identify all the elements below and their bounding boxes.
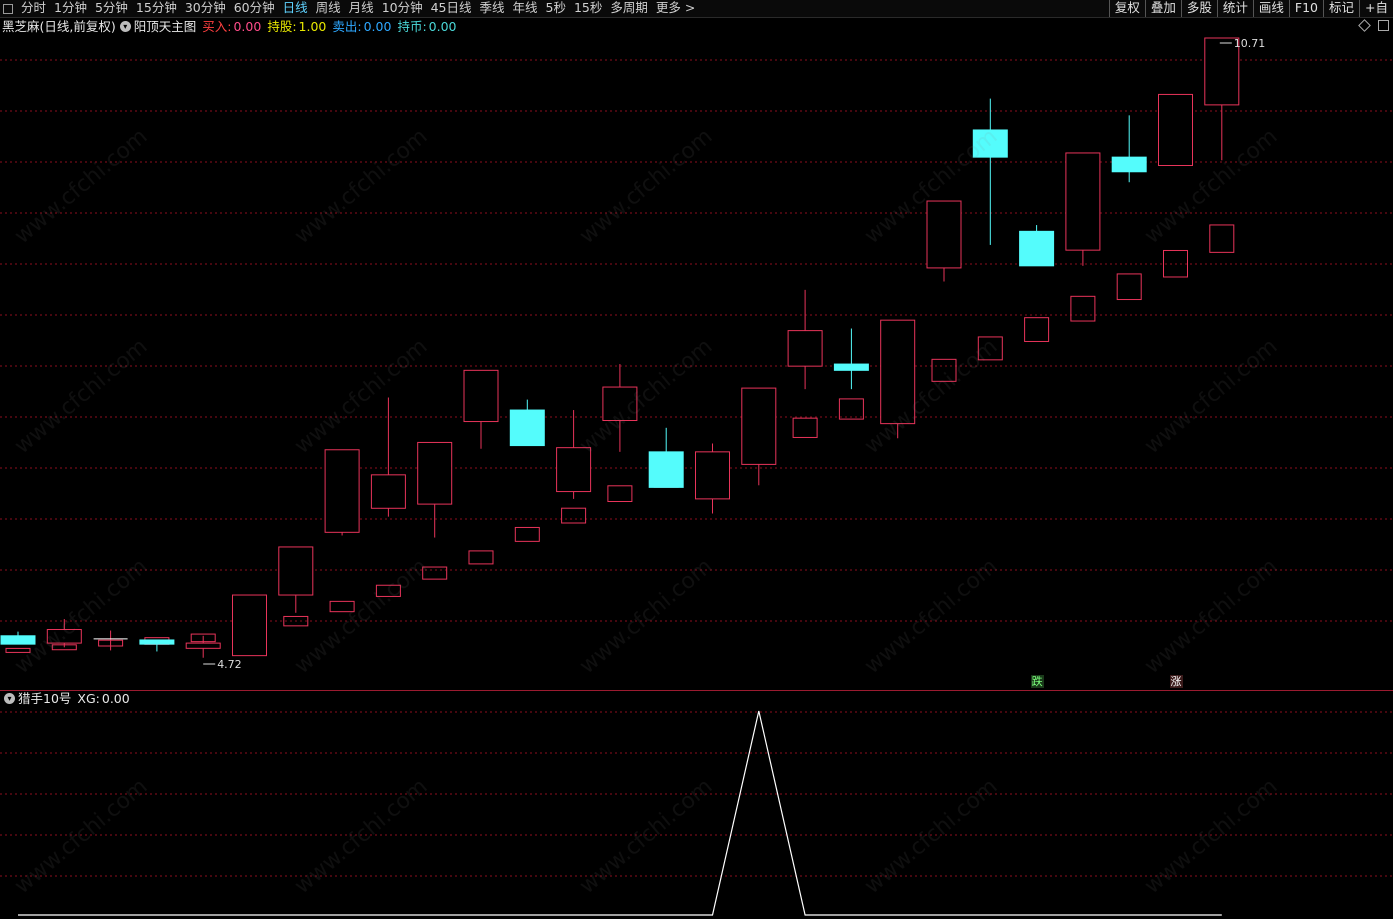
period-tab[interactable]: 分时	[17, 0, 50, 17]
channel-box	[792, 417, 818, 438]
period-toolbar: 分时 1分钟 5分钟 15分钟 30分钟 60分钟 日线 周线 月线 10分钟 45日线 季线 年线 5秒…	[0, 0, 1393, 18]
channel-box	[607, 485, 633, 503]
action-button[interactable]: +自	[1359, 0, 1393, 17]
channel-box	[1070, 295, 1096, 322]
candle-body-down	[1019, 230, 1055, 267]
low-price-label: 4.72	[217, 658, 242, 671]
period-tab[interactable]: 季线	[476, 0, 509, 17]
candle-body-up	[463, 369, 499, 423]
candle-body-up	[602, 386, 638, 421]
channel-box	[375, 584, 401, 597]
candle-body-up	[787, 330, 823, 367]
action-button[interactable]: 复权	[1108, 0, 1145, 17]
period-tabs: 分时 1分钟 5分钟 15分钟 30分钟 60分钟 日线 周线 月线 10分钟 45日线 季线 年线 5秒…	[0, 0, 699, 17]
period-tab[interactable]: 15分钟	[132, 0, 181, 17]
rise-badge: 涨	[1169, 675, 1183, 688]
action-button[interactable]: 多股	[1180, 0, 1217, 17]
period-tab[interactable]: 更多 >	[652, 0, 699, 17]
action-button[interactable]: 标记	[1323, 0, 1359, 17]
channel-box	[5, 647, 31, 653]
candle-body-up	[741, 387, 777, 465]
channel-box	[329, 600, 355, 613]
period-tab[interactable]: 5分钟	[91, 0, 132, 17]
candle-body-up	[185, 642, 221, 649]
candle-body-up	[1158, 93, 1193, 166]
channel-box	[1024, 317, 1050, 342]
channel-box	[561, 507, 587, 524]
candle-body-down	[1111, 156, 1147, 173]
candle-body-down	[0, 635, 36, 645]
candle-body-down	[648, 451, 684, 488]
period-tab[interactable]: 60分钟	[230, 0, 279, 17]
action-buttons: 复权 叠加 多股 统计 画线 F10 标记 +自	[1108, 0, 1393, 17]
period-tab[interactable]: 45日线	[427, 0, 476, 17]
action-button[interactable]: 统计	[1216, 0, 1253, 17]
period-tab[interactable]: 月线	[345, 0, 378, 17]
candle-body-up	[695, 451, 730, 500]
candle-body-down	[509, 409, 545, 447]
candle-body-up	[278, 546, 314, 596]
candle-body-up	[370, 474, 406, 509]
candle-body-up	[417, 441, 453, 505]
period-tab[interactable]: 年线	[509, 0, 542, 17]
channel-box	[838, 398, 864, 420]
period-tab[interactable]: 15秒	[570, 0, 606, 17]
candle-body-up	[556, 447, 592, 493]
channel-box	[422, 566, 448, 580]
period-tab[interactable]: 多周期	[606, 0, 652, 17]
action-button[interactable]: 叠加	[1144, 0, 1181, 17]
candle-body-down	[139, 639, 175, 645]
candle-body-up	[46, 629, 82, 644]
xg-signal-line	[18, 710, 1222, 916]
period-tab[interactable]: 周线	[312, 0, 345, 17]
period-tab[interactable]: 日线	[279, 0, 312, 17]
period-tab[interactable]: 10分钟	[378, 0, 427, 17]
high-price-label: 10.71	[1234, 37, 1266, 50]
period-tab[interactable]: 30分钟	[181, 0, 230, 17]
channel-box	[977, 336, 1003, 361]
action-button[interactable]: 画线	[1252, 0, 1289, 17]
period-tab[interactable]: 5秒	[542, 0, 570, 17]
candle-body-up	[1065, 152, 1101, 251]
sub-indicator-chart	[0, 710, 1393, 916]
candle-body-up	[232, 594, 267, 657]
panel-toggle-icon[interactable]	[3, 3, 13, 14]
candle-body-up	[880, 319, 916, 425]
candle-body-down	[833, 363, 869, 371]
action-button[interactable]: F10	[1288, 0, 1323, 17]
channel-box	[931, 358, 957, 382]
candle-body-down	[972, 129, 1008, 158]
period-tab[interactable]: 1分钟	[50, 0, 91, 17]
fall-badge: 跌	[1030, 675, 1044, 688]
candlestick-chart: 10.71 4.72	[0, 37, 1393, 671]
candle-body-up	[324, 449, 360, 533]
channel-box	[1116, 273, 1142, 301]
channel-box	[468, 550, 494, 565]
channel-box	[514, 526, 540, 542]
channel-box	[1209, 224, 1235, 253]
candle-body-up	[926, 200, 962, 269]
